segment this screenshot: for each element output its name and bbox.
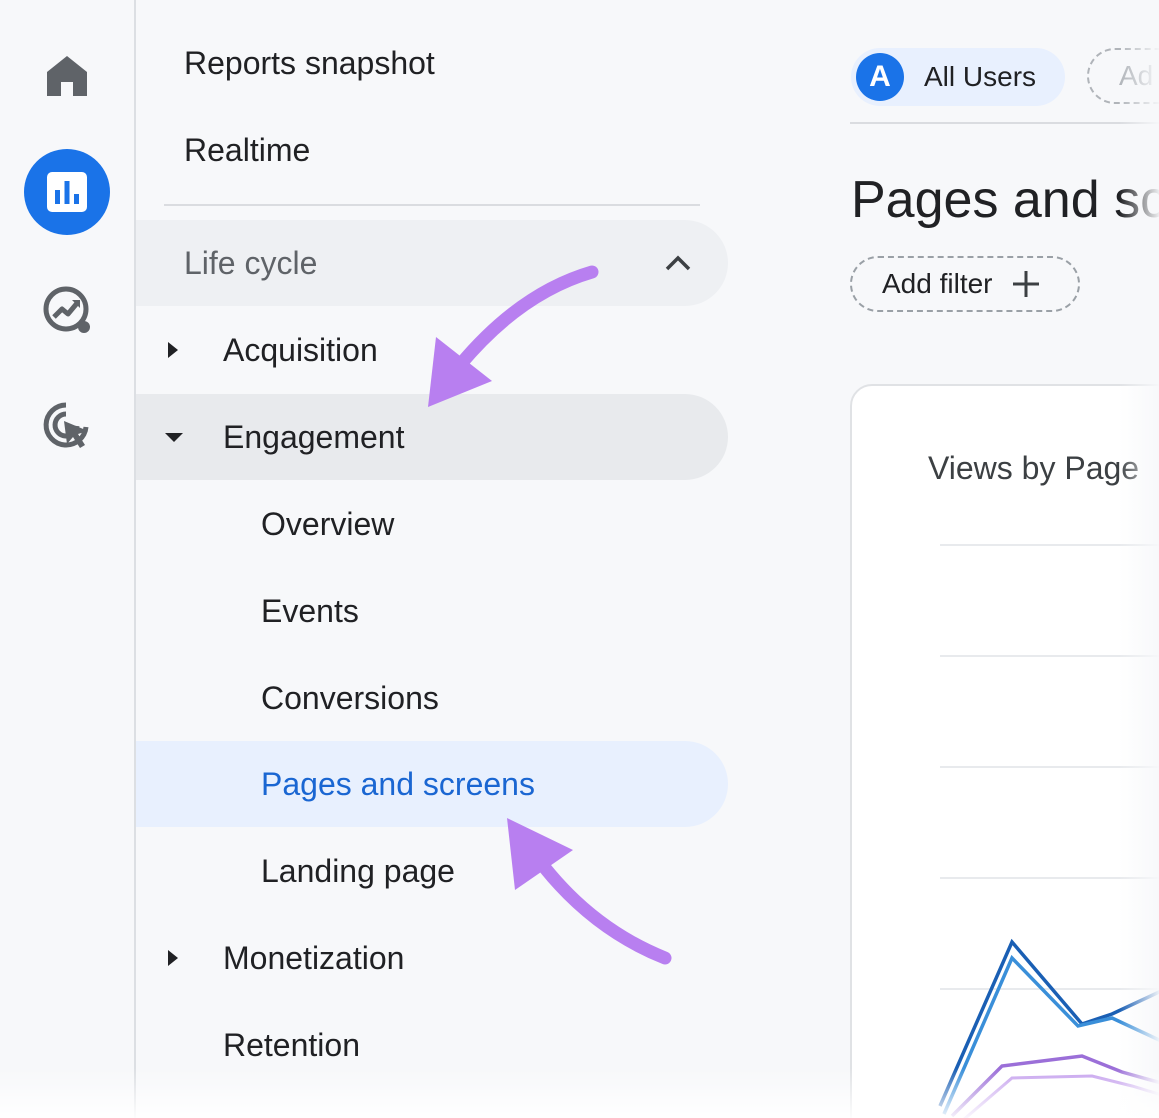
advertising-button[interactable] (24, 383, 110, 469)
nav-landing-page[interactable]: Landing page (136, 828, 728, 914)
segment-label: All Users (924, 61, 1037, 92)
nav-label: Reports snapshot (184, 44, 435, 81)
explore-button[interactable] (24, 267, 110, 353)
nav-monetization[interactable]: Monetization (136, 915, 728, 1001)
add-filter-label: Add filter (882, 268, 993, 299)
icon-rail (0, 0, 136, 1118)
nav-label: Retention (223, 1026, 360, 1063)
nav-retention[interactable]: Retention (136, 1002, 728, 1088)
nav-reports-snapshot[interactable]: Reports snapshot (136, 20, 728, 106)
nav-realtime[interactable]: Realtime (136, 107, 728, 193)
chart-series-line (963, 1074, 1159, 1118)
reports-nav: Reports snapshot Realtime Life cycle Acq… (136, 0, 736, 1118)
main-content: A All Users Ad Pages and sc Add filter V… (760, 0, 1159, 1118)
nav-acquisition[interactable]: Acquisition (136, 307, 728, 393)
nav-events[interactable]: Events (136, 568, 728, 654)
nav-label: Overview (261, 505, 395, 542)
home-icon (47, 56, 87, 96)
segment-avatar: A (856, 53, 904, 101)
views-by-page-card: Views by Page (850, 384, 1159, 1118)
plus-icon (1012, 271, 1039, 297)
advertising-icon (43, 402, 89, 448)
nav-conversions[interactable]: Conversions (136, 655, 728, 741)
nav-overview[interactable]: Overview (136, 481, 728, 567)
nav-label: Monetization (223, 939, 405, 976)
add-filter-button[interactable]: Add filter (850, 256, 1080, 312)
page-title: Pages and sc (851, 171, 1159, 229)
reports-icon (47, 172, 87, 212)
nav-label: Pages and screens (261, 765, 535, 802)
explore-icon (43, 286, 90, 333)
add-comparison-chip[interactable]: Ad (1087, 48, 1159, 104)
nav-section-life-cycle[interactable]: Life cycle (136, 220, 728, 306)
nav-label: Acquisition (223, 331, 378, 368)
add-comparison-label: Ad (1119, 60, 1154, 91)
home-button[interactable] (24, 33, 110, 119)
nav-label: Events (261, 592, 359, 629)
nav-label: Conversions (261, 679, 439, 716)
segment-chip-all-users[interactable]: A All Users (851, 48, 1065, 106)
nav-divider (164, 204, 700, 206)
section-label: Life cycle (184, 244, 318, 281)
reports-button[interactable] (24, 149, 110, 235)
caret-right-icon (168, 342, 178, 358)
nav-label: Realtime (184, 131, 311, 168)
caret-right-icon (168, 950, 178, 966)
nav-label: Landing page (261, 852, 455, 889)
nav-pages-and-screens[interactable]: Pages and screens (136, 741, 728, 827)
nav-label: Engagement (223, 418, 405, 455)
nav-engagement[interactable]: Engagement (136, 394, 728, 480)
views-line-chart (938, 938, 1159, 1118)
caret-down-icon (165, 433, 183, 442)
chevron-up-icon (665, 255, 691, 271)
header-divider (850, 122, 1159, 124)
